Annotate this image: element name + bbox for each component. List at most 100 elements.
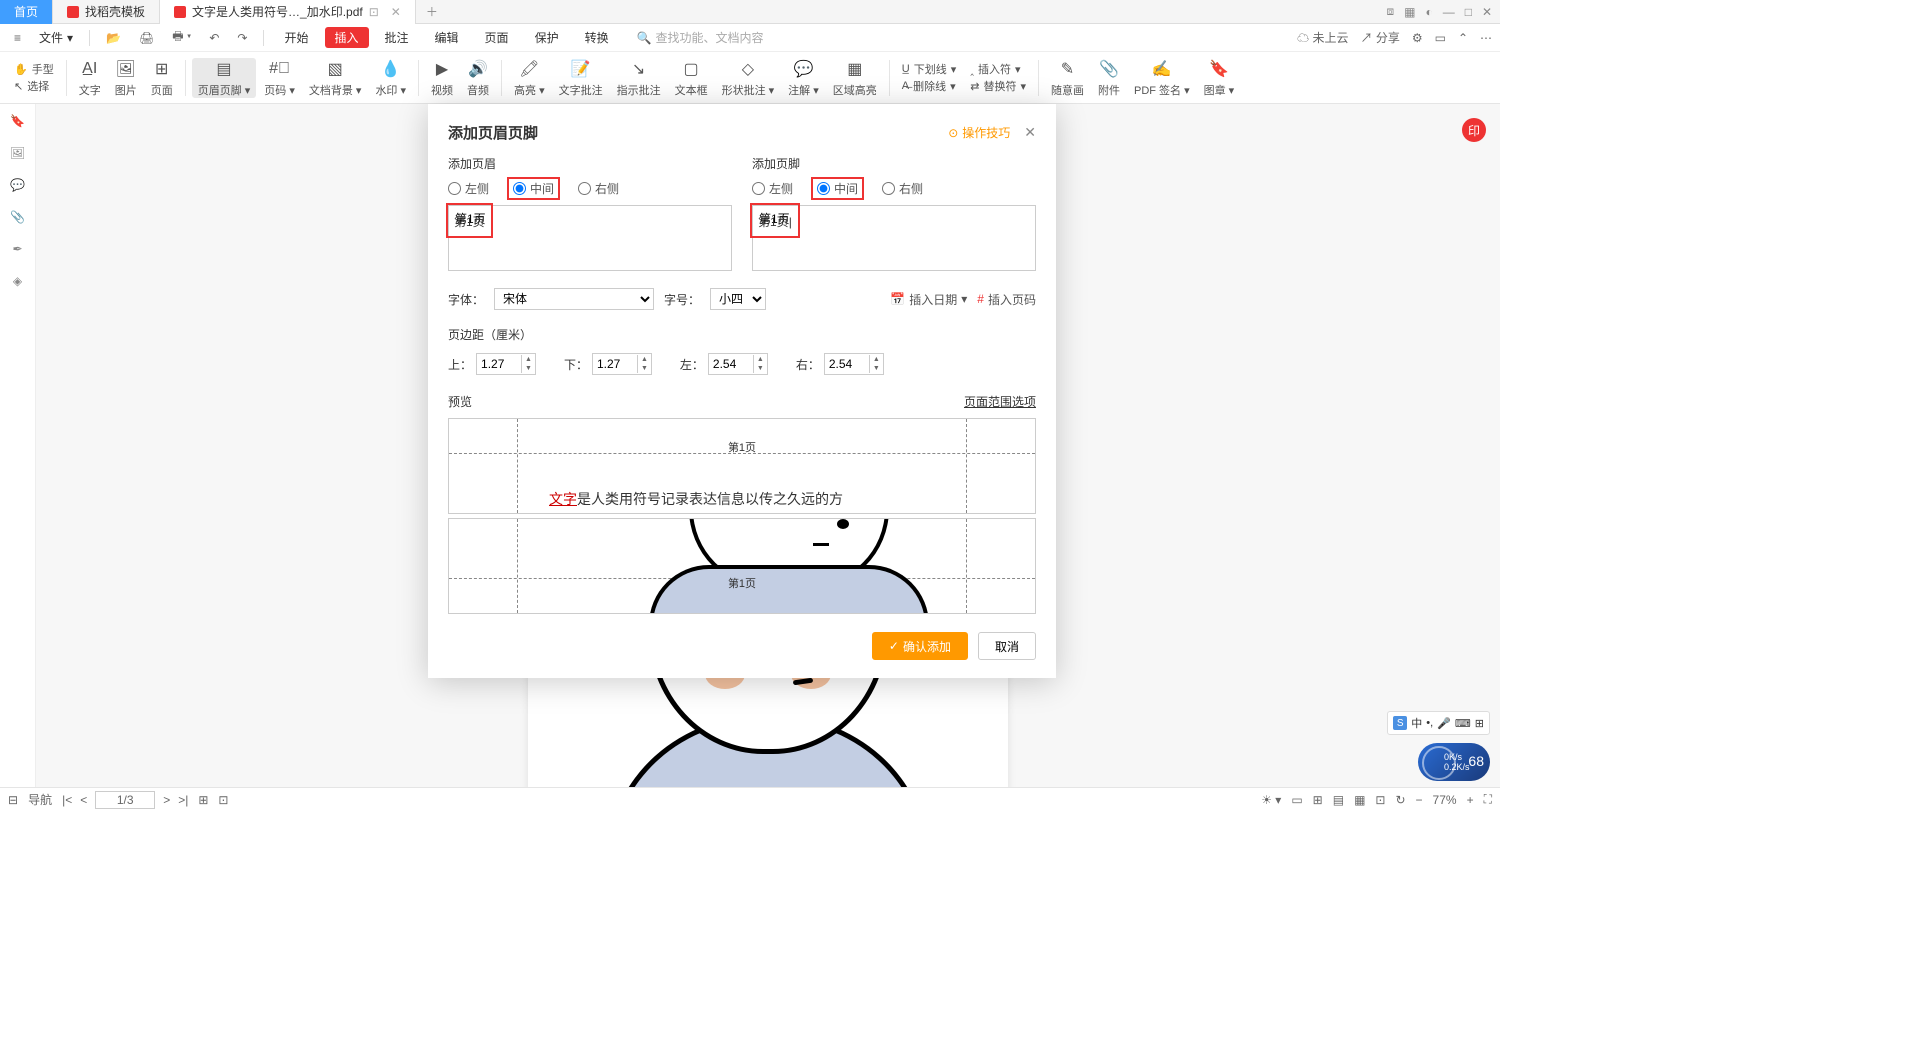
footer-right-radio[interactable]: 右侧 xyxy=(882,180,923,197)
tool-textbox[interactable]: ▢文本框 xyxy=(669,58,714,98)
last-page-icon[interactable]: >| xyxy=(178,793,188,807)
network-monitor[interactable]: 0K/s 0.2K/s 68 xyxy=(1418,743,1490,781)
pdf-badge[interactable]: 印 xyxy=(1462,118,1486,142)
tips-link[interactable]: 操作技巧 xyxy=(948,124,1010,141)
tool-area-highlight[interactable]: ▦区域高亮 xyxy=(827,58,883,98)
footer-center-radio[interactable]: 中间 xyxy=(811,177,864,200)
present-icon[interactable]: ▭ xyxy=(1435,31,1446,45)
prev-page-icon[interactable]: < xyxy=(80,793,87,807)
insert-page-button[interactable]: #插入页码 xyxy=(977,291,1036,308)
tab-document[interactable]: 文字是人类用符号…_加水印.pdf⊡✕ xyxy=(160,0,416,24)
header-right-radio[interactable]: 右侧 xyxy=(578,180,619,197)
tab-home[interactable]: 首页 xyxy=(0,0,53,24)
view-icon-3[interactable]: ▤ xyxy=(1333,793,1344,807)
margin-bottom-value[interactable] xyxy=(593,357,637,371)
tool-shape-annotation[interactable]: ◇形状批注 ▾ xyxy=(716,58,781,98)
search-box[interactable]: 🔍 查找功能、文档内容 xyxy=(637,29,764,46)
header-left-radio[interactable]: 左侧 xyxy=(448,180,489,197)
margin-top-input[interactable]: ▲▼ xyxy=(476,353,536,375)
view-icon-4[interactable]: ▦ xyxy=(1354,793,1365,807)
page-number-field[interactable]: 1/3 xyxy=(95,791,155,809)
redo-icon[interactable]: ↷ xyxy=(231,29,253,47)
margin-bottom-input[interactable]: ▲▼ xyxy=(592,353,652,375)
tool-strikethrough[interactable]: A̶ 删除线 ▾ xyxy=(902,78,956,94)
signature-icon[interactable]: ✒ xyxy=(12,242,22,256)
font-select[interactable]: 宋体 xyxy=(494,288,654,310)
rotate-icon[interactable]: ↻ xyxy=(1395,793,1405,807)
cancel-button[interactable]: 取消 xyxy=(978,632,1036,660)
select-tool[interactable]: ↖ 选择 xyxy=(14,78,54,94)
tool-watermark[interactable]: 💧水印 ▾ xyxy=(369,58,412,98)
margin-right-input[interactable]: ▲▼ xyxy=(824,353,884,375)
bookmark-icon[interactable]: 🔖 xyxy=(10,114,25,128)
tool-video[interactable]: ▶视频 xyxy=(425,58,459,98)
tool-pointer-annotation[interactable]: ↘指示批注 xyxy=(611,58,667,98)
spin-up-icon[interactable]: ▲ xyxy=(522,355,535,364)
margin-left-value[interactable] xyxy=(709,357,753,371)
tool-header-footer[interactable]: ▤页眉页脚 ▾ xyxy=(192,58,257,98)
comment-icon[interactable]: 💬 xyxy=(10,178,25,192)
layout-icon[interactable]: ⧈ xyxy=(1386,4,1394,19)
tool-audio[interactable]: 🔊音频 xyxy=(461,58,495,98)
brightness-icon[interactable]: ☀ ▾ xyxy=(1261,793,1281,807)
print-icon[interactable]: 🖶 ▾ xyxy=(166,25,197,50)
hand-tool[interactable]: ✋ 手型 xyxy=(14,61,54,77)
hamburger-icon[interactable]: ≡ xyxy=(8,29,27,47)
tab-templates[interactable]: 找稻壳模板 xyxy=(53,0,160,24)
tool-insert-mark[interactable]: ‸ 插入符 ▾ xyxy=(970,61,1026,77)
tool-note[interactable]: 💬注解 ▾ xyxy=(782,58,825,98)
open-icon[interactable]: 📂 xyxy=(100,29,127,47)
view-icon-2[interactable]: ⊞ xyxy=(1313,793,1323,807)
tab-add-button[interactable]: ＋ xyxy=(416,3,448,20)
undo-icon[interactable]: ↶ xyxy=(203,29,225,47)
tool-attachment[interactable]: 📎附件 xyxy=(1092,58,1126,98)
spin-down-icon[interactable]: ▼ xyxy=(870,364,883,373)
maximize-icon[interactable]: □ xyxy=(1465,5,1472,19)
tool-page[interactable]: ⊞页面 xyxy=(145,58,179,98)
tool-text[interactable]: A̲I文字 xyxy=(73,58,107,98)
next-page-icon[interactable]: > xyxy=(163,793,170,807)
tool-highlight[interactable]: 🖍高亮 ▾ xyxy=(508,58,551,98)
ime-indicator[interactable]: S 中 •, 🎤 ⌨ ⊞ xyxy=(1387,711,1490,735)
view-icon-1[interactable]: ▭ xyxy=(1291,793,1302,807)
minimize-icon[interactable]: — xyxy=(1443,5,1455,19)
layers-icon[interactable]: ◈ xyxy=(13,274,22,288)
fit-page-icon[interactable]: ⊞ xyxy=(198,793,208,807)
nav-label[interactable]: 导航 xyxy=(28,791,52,808)
apps-icon[interactable]: ▦ xyxy=(1404,5,1415,19)
ribbon-tab-annotate[interactable]: 批注 xyxy=(375,27,419,48)
ribbon-tab-insert[interactable]: 插入 xyxy=(325,27,369,48)
margin-left-input[interactable]: ▲▼ xyxy=(708,353,768,375)
tool-freehand[interactable]: ✎随意画 xyxy=(1045,58,1090,98)
tool-stamp[interactable]: 🔖图章 ▾ xyxy=(1198,58,1241,98)
spin-down-icon[interactable]: ▼ xyxy=(754,364,767,373)
more-icon[interactable]: ⋯ xyxy=(1480,31,1492,45)
ribbon-tab-convert[interactable]: 转换 xyxy=(575,27,619,48)
ribbon-tab-start[interactable]: 开始 xyxy=(274,27,318,48)
tool-background[interactable]: ▧文档背景 ▾ xyxy=(303,58,368,98)
insert-date-button[interactable]: 📅插入日期 ▾ xyxy=(890,291,967,308)
zoom-out-icon[interactable]: − xyxy=(1416,793,1423,807)
spin-up-icon[interactable]: ▲ xyxy=(638,355,651,364)
spin-up-icon[interactable]: ▲ xyxy=(870,355,883,364)
spin-up-icon[interactable]: ▲ xyxy=(754,355,767,364)
dialog-close-icon[interactable]: ✕ xyxy=(1024,124,1036,141)
avatar-icon[interactable]: ◐ xyxy=(1425,5,1432,19)
header-center-radio[interactable]: 中间 xyxy=(507,177,560,200)
fit-width-icon[interactable]: ⊡ xyxy=(218,793,228,807)
tool-image[interactable]: 🖼图片 xyxy=(109,58,143,98)
spin-down-icon[interactable]: ▼ xyxy=(522,364,535,373)
save-icon[interactable]: 🖨 xyxy=(133,29,160,47)
page-range-link[interactable]: 页面范围选项 xyxy=(964,393,1036,410)
margin-right-value[interactable] xyxy=(825,357,869,371)
ribbon-tab-page[interactable]: 页面 xyxy=(475,27,519,48)
cloud-status[interactable]: ☁ 未上云 xyxy=(1297,29,1348,46)
sidebar-toggle-icon[interactable]: ⊟ xyxy=(8,793,18,807)
tool-text-annotation[interactable]: 📝文字批注 xyxy=(553,58,609,98)
ribbon-tab-protect[interactable]: 保护 xyxy=(525,27,569,48)
share-button[interactable]: ↗ 分享 xyxy=(1360,29,1399,46)
tab-close-icon[interactable]: ✕ xyxy=(391,5,401,19)
spin-down-icon[interactable]: ▼ xyxy=(638,364,651,373)
tool-pdf-sign[interactable]: ✍PDF 签名 ▾ xyxy=(1128,58,1196,98)
settings-icon[interactable]: ⚙ xyxy=(1412,31,1423,45)
